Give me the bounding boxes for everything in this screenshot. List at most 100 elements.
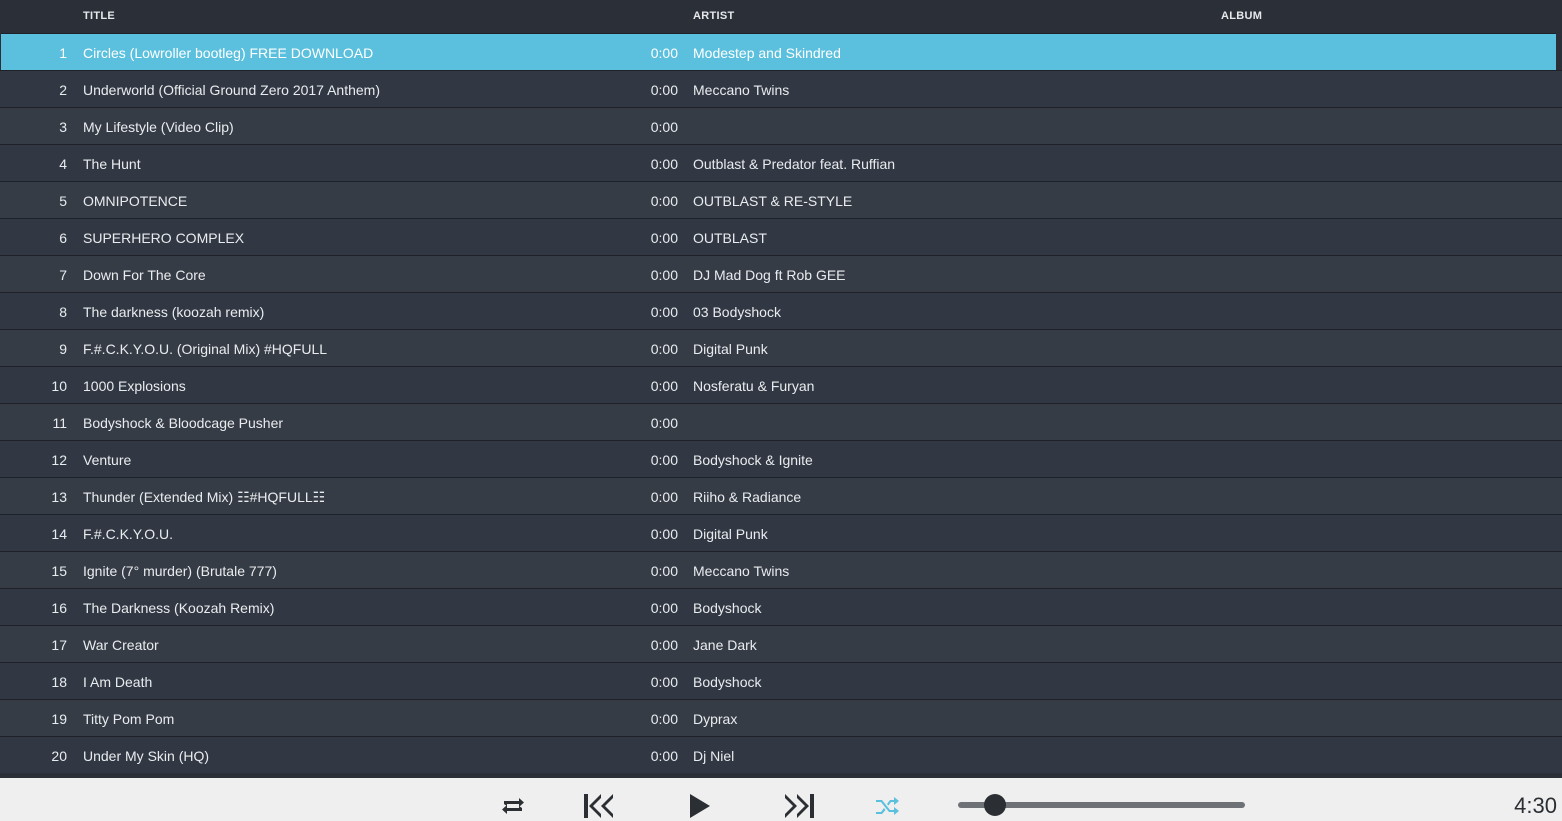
track-title: Underworld (Official Ground Zero 2017 An… (83, 82, 380, 98)
track-row[interactable]: 10 1000 Explosions 0:00 Nosferatu & Furyan (0, 366, 1562, 403)
next-button[interactable] (783, 792, 815, 820)
track-duration: 0:00 (650, 82, 678, 98)
column-header-artist[interactable]: ARTIST (693, 10, 735, 22)
track-artist: Digital Punk (693, 526, 768, 542)
track-number: 3 (59, 119, 67, 135)
track-row[interactable]: 13 Thunder (Extended Mix) ☷#HQFULL☷ 0:00 Ri… (0, 477, 1562, 514)
track-row[interactable]: 11 Bodyshock & Bloodcage Pusher 0:00 (0, 403, 1562, 440)
track-duration: 0:00 (650, 45, 678, 61)
track-number: 1 (59, 45, 67, 61)
track-title: I Am Death (83, 674, 153, 690)
track-artist: 03 Bodyshock (693, 304, 781, 320)
track-row[interactable]: 5 OMNIPOTENCE 0:00 OUTBLAST & RE-STYLE (0, 181, 1562, 218)
track-row[interactable]: 1 Circles (Lowroller bootleg) FREE DOWNLO… (1, 33, 1556, 70)
track-title: War Creator (83, 637, 159, 653)
track-title: Bodyshock & Bloodcage Pusher (83, 415, 284, 431)
track-artist: OUTBLAST & RE-STYLE (693, 193, 853, 209)
track-artist: Riiho & Radiance (693, 489, 802, 505)
music-player-app: TITLE ARTIST ALBUM 1 Circles (Lowroller b… (0, 0, 1562, 821)
track-artist: Nosferatu & Furyan (693, 378, 815, 394)
track-row[interactable]: 19 Titty Pom Pom 0:00 Dyprax (0, 699, 1562, 736)
track-number: 12 (51, 452, 67, 468)
progress-slider[interactable] (958, 794, 1245, 816)
playback-time: 4:30 (1514, 793, 1557, 818)
track-row[interactable]: 3 My Lifestyle (Video Clip) 0:00 (0, 107, 1562, 144)
track-duration: 0:00 (650, 119, 678, 135)
track-title: My Lifestyle (Video Clip) (83, 119, 234, 135)
track-number: 4 (59, 156, 67, 172)
track-row[interactable]: 6 SUPERHERO COMPLEX 0:00 OUTBLAST (0, 218, 1562, 255)
track-duration: 0:00 (650, 563, 678, 579)
track-row[interactable]: 7 Down For The Core 0:00 DJ Mad Dog ft Rob … (0, 255, 1562, 292)
track-row[interactable]: 20 Under My Skin (HQ) 0:00 Dj Niel (0, 736, 1562, 773)
track-artist: Dyprax (693, 711, 738, 727)
track-row[interactable]: 16 The Darkness (Koozah Remix) 0:00 Bodysho… (0, 588, 1562, 625)
track-row[interactable]: 18 I Am Death 0:00 Bodyshock (0, 662, 1562, 699)
track-title: 1000 Explosions (83, 378, 186, 394)
track-number: 19 (51, 711, 67, 727)
track-number: 13 (51, 489, 67, 505)
track-row[interactable]: 14 F.#.C.K.Y.O.U. 0:00 Digital Punk (0, 514, 1562, 551)
track-number: 18 (51, 674, 67, 690)
track-title: Ignite (7° murder) (Brutale 777) (83, 563, 277, 579)
track-number: 20 (51, 748, 67, 764)
track-artist: Bodyshock (693, 600, 762, 616)
track-duration: 0:00 (650, 526, 678, 542)
track-number: 10 (51, 378, 67, 394)
skip-previous-icon (584, 794, 613, 818)
play-icon (690, 794, 710, 818)
column-header-title[interactable]: TITLE (83, 10, 115, 22)
track-artist: DJ Mad Dog ft Rob GEE (693, 267, 846, 283)
repeat-button[interactable] (499, 795, 527, 817)
track-duration: 0:00 (650, 748, 678, 764)
previous-button[interactable] (583, 792, 615, 820)
track-duration: 0:00 (650, 452, 678, 468)
track-number: 14 (51, 526, 67, 542)
track-title: The darkness (koozah remix) (83, 304, 265, 320)
track-title: SUPERHERO COMPLEX (83, 230, 245, 246)
progress-slider-thumb[interactable] (984, 794, 1007, 816)
track-artist: Meccano Twins (693, 563, 790, 579)
track-duration: 0:00 (650, 267, 678, 283)
track-row[interactable]: 15 Ignite (7° murder) (Brutale 777) 0:00 Me… (0, 551, 1562, 588)
track-number: 16 (51, 600, 67, 616)
track-title: Down For The Core (83, 267, 206, 283)
track-title: Under My Skin (HQ) (83, 748, 210, 764)
player-bar: 4:30 (0, 778, 1562, 821)
track-title: OMNIPOTENCE (83, 193, 188, 209)
track-number: 8 (59, 304, 67, 320)
track-row[interactable]: 2 Underworld (Official Ground Zero 2017 A… (0, 70, 1562, 107)
track-number: 5 (59, 193, 67, 209)
track-artist: Bodyshock (693, 674, 762, 690)
shuffle-button[interactable] (874, 795, 902, 817)
track-number: 9 (59, 341, 67, 357)
track-row[interactable]: 12 Venture 0:00 Bodyshock & Ignite (0, 440, 1562, 477)
track-number: 2 (59, 82, 67, 98)
track-title: F.#.C.K.Y.O.U. (83, 526, 173, 542)
track-artist: Meccano Twins (693, 82, 790, 98)
track-number: 7 (59, 267, 67, 283)
track-duration: 0:00 (650, 674, 678, 690)
track-duration: 0:00 (650, 378, 678, 394)
track-row[interactable]: 9 F.#.C.K.Y.O.U. (Original Mix) #HQFULL 0:… (0, 329, 1562, 366)
track-list: 1 Circles (Lowroller bootleg) FREE DOWNLO… (0, 33, 1562, 773)
track-title: Thunder (Extended Mix) ☷#HQFULL☷ (83, 489, 326, 505)
repeat-icon (502, 798, 524, 814)
track-row[interactable]: 8 The darkness (koozah remix) 0:00 03 Bodys… (0, 292, 1562, 329)
track-duration: 0:00 (650, 415, 678, 431)
shuffle-icon (876, 797, 899, 815)
track-row[interactable]: 17 War Creator 0:00 Jane Dark (0, 625, 1562, 662)
track-row[interactable]: 4 The Hunt 0:00 Outblast & Predator feat. R… (0, 144, 1562, 181)
track-duration: 0:00 (650, 637, 678, 653)
track-table-header: TITLE ARTIST ALBUM (0, 0, 1562, 33)
column-header-album[interactable]: ALBUM (1221, 10, 1262, 22)
track-artist: Outblast & Predator feat. Ruffian (693, 156, 896, 172)
track-artist: Dj Niel (693, 748, 735, 764)
play-button[interactable] (688, 792, 712, 820)
track-number: 11 (52, 415, 67, 431)
track-duration: 0:00 (650, 600, 678, 616)
track-artist: Jane Dark (693, 637, 757, 653)
track-title: Titty Pom Pom (83, 711, 175, 727)
track-number: 6 (59, 230, 67, 246)
track-duration: 0:00 (650, 156, 678, 172)
